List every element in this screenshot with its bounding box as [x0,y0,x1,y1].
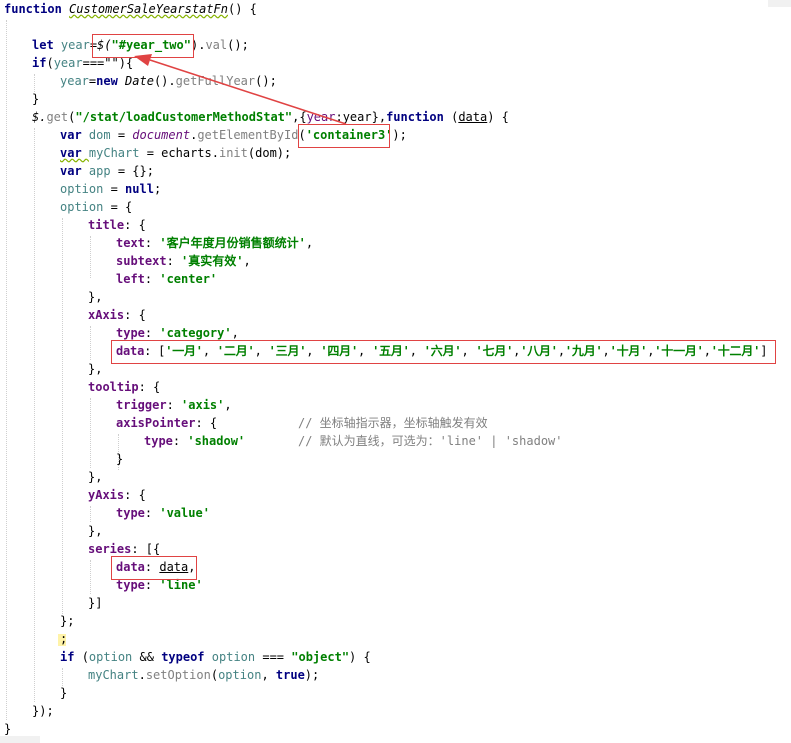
code-line: year=new Date().getFullYear(); [60,74,277,88]
editor-tab-edge [768,0,791,7]
arrow-head [134,54,152,66]
code-line: type: 'value' [116,506,210,520]
indent-guide [6,20,7,720]
code-line: } [32,92,40,106]
indent-guide [34,128,35,702]
code-line: yAxis: { [88,488,146,502]
editor-bottom-edge [0,736,40,743]
indent-guide [90,506,91,522]
code-line: let year=$("#year_two").val(); [32,38,249,52]
indent-guide [62,218,63,614]
code-line: type: 'category', [116,326,239,340]
code-line: subtext: '真实有效', [116,254,251,268]
code-line: axisPointer: { [116,416,218,430]
code-line: if(year===""){ [32,56,134,70]
code-line: type: 'shadow' [144,434,246,448]
code-line: var app = {}; [60,164,154,178]
code-line: data: data, [116,560,196,574]
code-line: text: '客户年度月份销售额统计', [116,236,314,250]
code-line: trigger: 'axis', [116,398,232,412]
indent-guide [90,560,91,594]
code-line: }; [60,614,75,628]
code-line: }); [32,704,54,718]
code-line: }, [88,524,103,538]
code-line: }] [88,596,103,610]
code-line: data: ['一月', '二月', '三月', '四月', '五月', '六月… [116,344,768,358]
code-line: } [116,452,124,466]
code-comment: // 坐标轴指示器，坐标轴触发有效 [298,416,488,430]
indent-guide [90,326,91,360]
code-line: if (option && typeof option === "object"… [60,650,371,664]
code-line: tooltip: { [88,380,161,394]
code-line: } [60,686,68,700]
code-line: }, [88,290,103,304]
code-line: myChart.setOption(option, true); [88,668,320,682]
code-line: left: 'center' [116,272,218,286]
code-line: }, [88,362,103,376]
code-line: var myChart = echarts.init(dom); [60,146,292,160]
code-line: title: { [88,218,146,232]
code-line: var dom = document.getElementById('conta… [60,128,407,142]
code-line: xAxis: { [88,308,146,322]
code-line: option = { [60,200,133,214]
code-comment: // 默认为直线，可选为：'line' | 'shadow' [298,434,563,448]
code-line: type: 'line' [116,578,203,592]
code-line: option = null; [60,182,162,196]
function-name: CustomerSaleYearstatFn [69,2,228,16]
code-line: function CustomerSaleYearstatFn() { [4,2,257,16]
code-line: series: [{ [88,542,161,556]
code-line: ; [60,632,68,646]
code-line: }, [88,470,103,484]
indent-guide [90,236,91,278]
code-line: $.get("/stat/loadCustomerMethodStat",{ye… [32,110,509,124]
indent-guide [90,398,91,468]
